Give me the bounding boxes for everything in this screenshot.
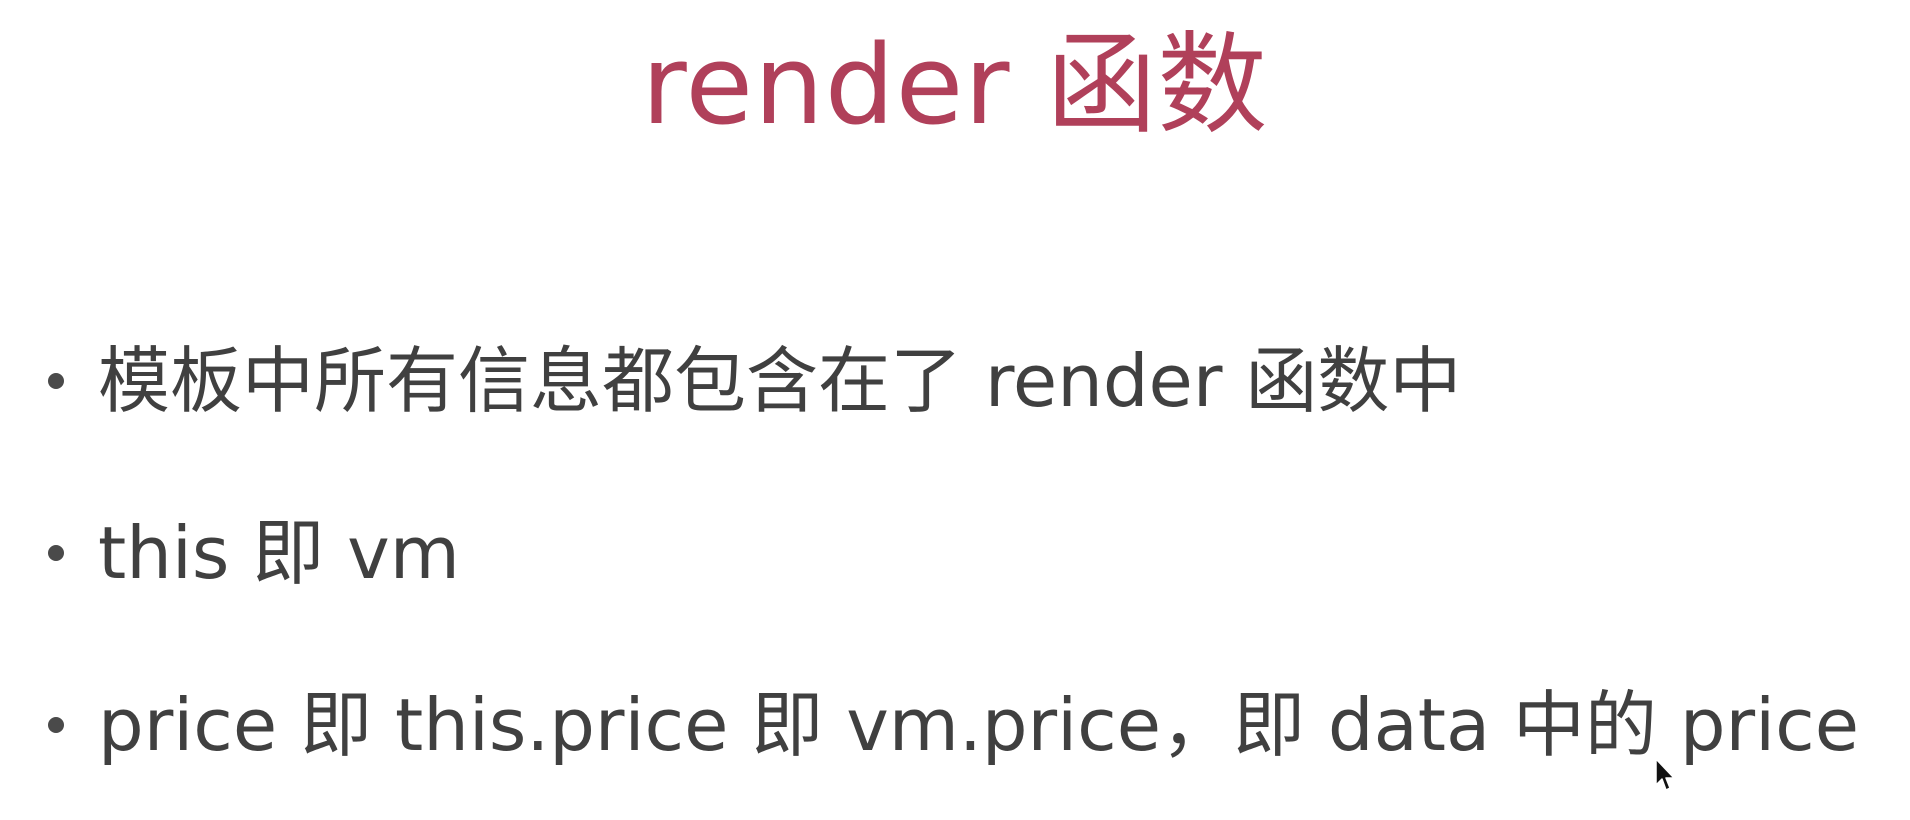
- bullet-text: this 即 vm: [98, 511, 460, 595]
- bullet-dot-icon: [48, 373, 64, 389]
- bullet-item: 模板中所有信息都包含在了 render 函数中: [48, 338, 1859, 424]
- bullet-item: price 即 this.price 即 vm.price，即 data 中的 …: [48, 682, 1859, 768]
- bullet-dot-icon: [48, 717, 64, 733]
- bullet-item: this 即 vm: [48, 510, 1859, 596]
- bullet-text: price 即 this.price 即 vm.price，即 data 中的 …: [98, 683, 1860, 767]
- bullet-text: 模板中所有信息都包含在了 render 函数中: [98, 339, 1462, 423]
- presentation-slide: render 函数 模板中所有信息都包含在了 render 函数中 this 即…: [0, 0, 1910, 820]
- bullet-dot-icon: [48, 545, 64, 561]
- slide-title: render 函数: [641, 21, 1269, 149]
- mouse-pointer-icon: [1655, 758, 1675, 791]
- bullet-list: 模板中所有信息都包含在了 render 函数中 this 即 vm price …: [48, 338, 1859, 768]
